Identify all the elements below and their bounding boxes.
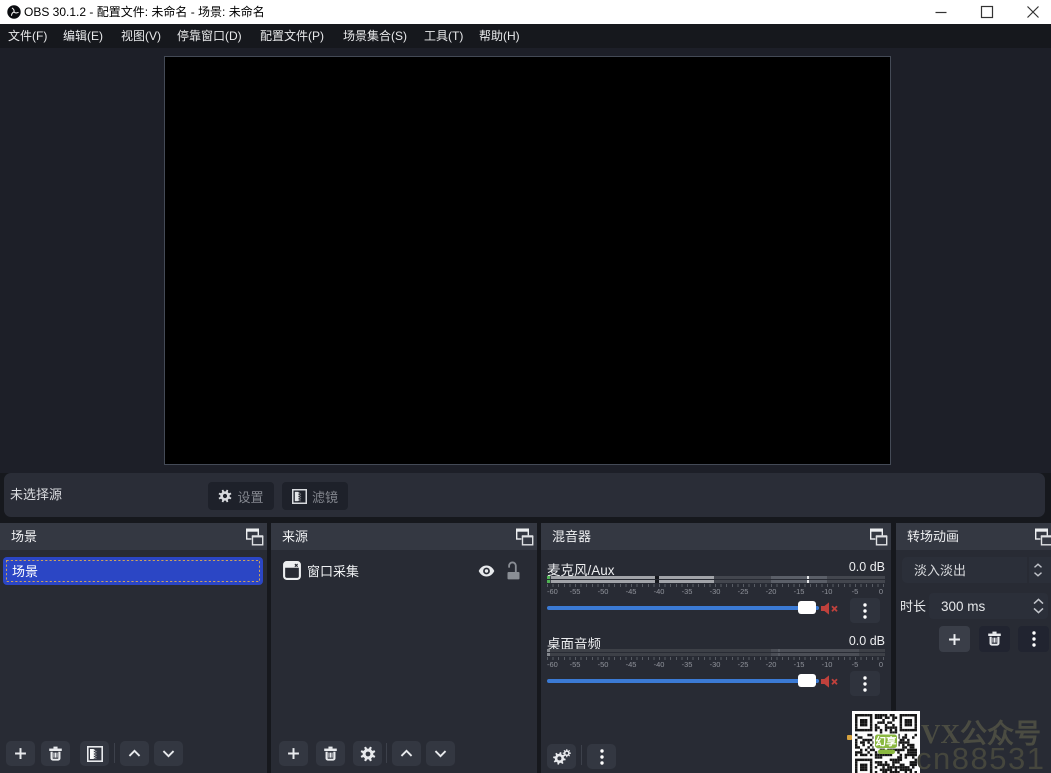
svg-text:幻享: 幻享 xyxy=(876,735,897,748)
